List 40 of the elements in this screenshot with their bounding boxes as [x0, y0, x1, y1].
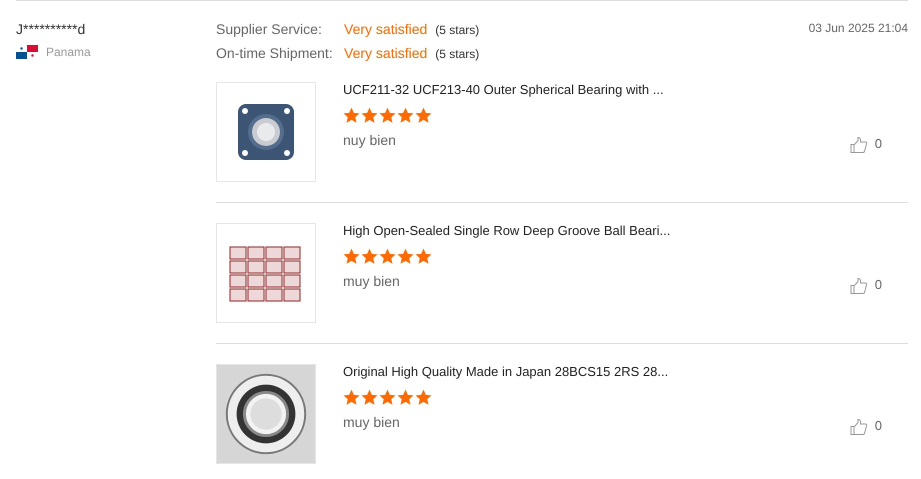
star-icon	[415, 248, 432, 265]
star-icon	[343, 389, 360, 406]
bearing-photo	[236, 102, 296, 162]
reviewer-country: Panama	[46, 45, 91, 59]
star-icon	[379, 389, 396, 406]
like-count: 0	[874, 418, 882, 433]
review-date: 03 Jun 2025 21:04	[808, 21, 908, 37]
thumbs-up-icon[interactable]	[850, 277, 868, 295]
star-icon	[379, 248, 396, 265]
rating-stars-text: (5 stars)	[435, 23, 480, 37]
product-image[interactable]	[216, 82, 316, 182]
product-title[interactable]: UCF211-32 UCF213-40 Outer Spherical Bearing with ...	[343, 82, 850, 97]
thumbs-up-icon[interactable]	[850, 136, 868, 154]
star-icon	[343, 107, 360, 124]
product-title[interactable]: Original High Quality Made in Japan 28BCS15 2RS 28...	[343, 364, 850, 379]
rating-value: Very satisfied	[344, 21, 428, 37]
rating-label: On-time Shipment:	[216, 45, 334, 61]
product-image[interactable]	[216, 223, 316, 323]
flag-icon	[16, 45, 38, 59]
star-icon	[415, 107, 432, 124]
star-icon	[415, 389, 432, 406]
star-icon	[361, 248, 378, 265]
rating-value: Very satisfied	[344, 45, 428, 61]
review-comment: muy bien	[343, 273, 401, 289]
star-icon	[397, 389, 414, 406]
star-icon	[397, 107, 414, 124]
like-count: 0	[874, 277, 882, 292]
star-icon	[361, 107, 378, 124]
review-comment: muy bien	[343, 414, 401, 430]
product-title[interactable]: High Open-Sealed Single Row Deep Groove Ball Beari...	[343, 223, 850, 238]
star-icon	[361, 389, 378, 406]
review-comment: nuy bien	[343, 132, 397, 148]
star-icon	[379, 107, 396, 124]
like-count: 0	[874, 136, 882, 151]
star-icon	[397, 248, 414, 265]
thumbs-up-icon[interactable]	[850, 418, 868, 436]
star-icon	[343, 248, 360, 265]
rating-stars-text: (5 stars)	[435, 47, 480, 61]
rating-label: Supplier Service:	[216, 21, 323, 37]
reviewer-name: J**********d	[16, 21, 86, 37]
